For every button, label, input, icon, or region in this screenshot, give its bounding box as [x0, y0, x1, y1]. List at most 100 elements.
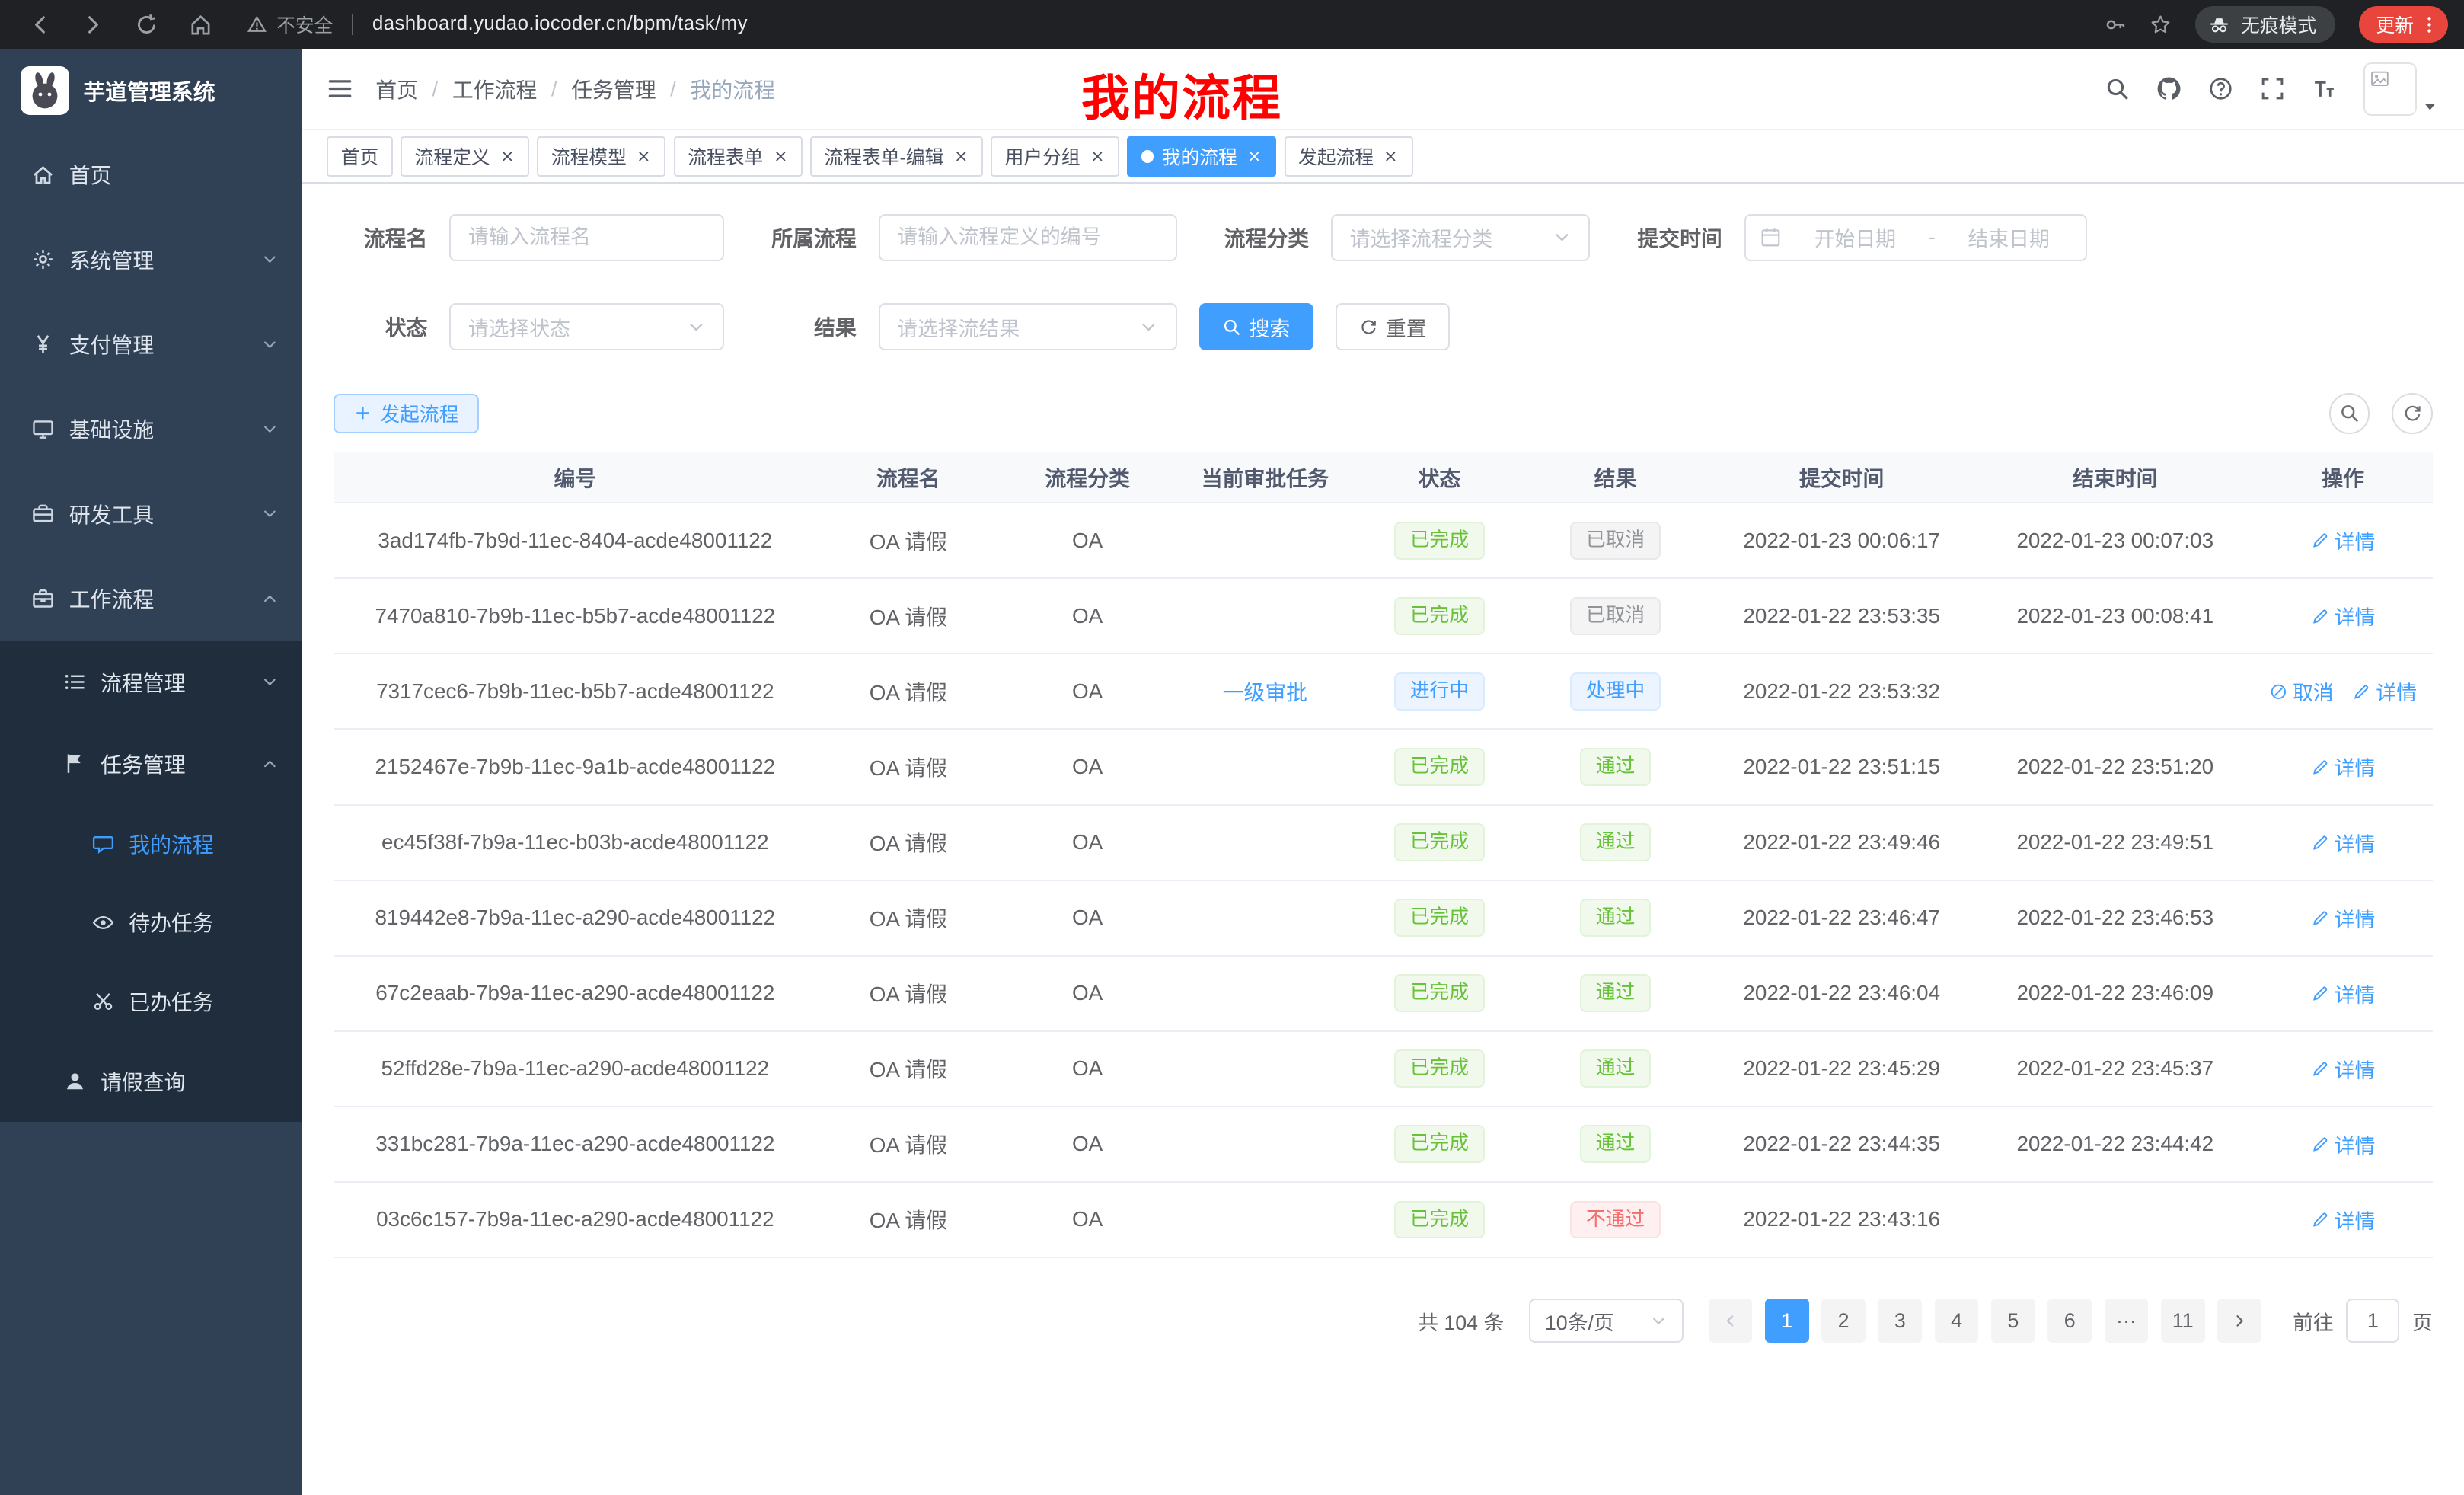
page-header: 首页/工作流程/任务管理/我的流程 — [302, 49, 2464, 130]
sidebar-item-payment-management[interactable]: 支付管理 — [0, 302, 302, 386]
more-pages-button[interactable]: ··· — [2105, 1299, 2149, 1343]
help-icon[interactable] — [2208, 76, 2233, 101]
tab-item[interactable]: 首页 — [327, 136, 393, 177]
sidebar-item-my-process[interactable]: 我的流程 — [0, 805, 302, 883]
result-badge: 通过 — [1580, 974, 1651, 1012]
page-button[interactable]: 2 — [1821, 1299, 1866, 1343]
bookmark-icon[interactable] — [2150, 14, 2172, 36]
detail-link[interactable]: 详情 — [2311, 828, 2376, 858]
cell-end-time: 2022-01-22 23:51:20 — [1977, 729, 2253, 804]
category-select[interactable]: 请选择流程分类 — [1331, 214, 1591, 261]
breadcrumb-item[interactable]: 工作流程 — [452, 74, 537, 104]
cancel-link[interactable]: 取消 — [2269, 676, 2334, 706]
user-menu[interactable] — [2363, 62, 2439, 116]
detail-link[interactable]: 详情 — [2311, 903, 2376, 933]
fullscreen-icon[interactable] — [2260, 76, 2285, 101]
detail-link[interactable]: 详情 — [2311, 1054, 2376, 1084]
browser-home-button[interactable] — [189, 13, 212, 37]
close-icon[interactable] — [1090, 149, 1106, 165]
app-logo[interactable]: 芋道管理系统 — [0, 49, 302, 132]
breadcrumb-item[interactable]: 首页 — [375, 74, 418, 104]
sidebar-item-leave-query[interactable]: 请假查询 — [0, 1040, 302, 1122]
collapse-sidebar-button[interactable] — [327, 75, 353, 102]
detail-link[interactable]: 详情 — [2311, 1205, 2376, 1235]
sidebar-item-label: 研发工具 — [69, 499, 154, 529]
header-search-icon[interactable] — [2105, 76, 2130, 101]
status-badge: 已完成 — [1394, 899, 1484, 937]
goto-page-input[interactable] — [2346, 1299, 2399, 1343]
breadcrumb-item[interactable]: 任务管理 — [571, 74, 656, 104]
result-select[interactable]: 请选择流结果 — [879, 303, 1177, 350]
browser-menu-icon[interactable] — [2418, 14, 2440, 36]
close-icon[interactable] — [773, 149, 789, 165]
tab-item[interactable]: 流程定义 — [401, 136, 529, 177]
refresh-table-button[interactable] — [2392, 393, 2433, 434]
table-row: 819442e8-7b9a-11ec-a290-acde48001122OA 请… — [334, 880, 2433, 956]
process-definition-input[interactable] — [879, 214, 1177, 261]
status-select[interactable]: 请选择状态 — [449, 303, 724, 350]
detail-link[interactable]: 详情 — [2311, 752, 2376, 781]
tab-item[interactable]: 流程表单-编辑 — [810, 136, 983, 177]
sidebar-item-done-task[interactable]: 已办任务 — [0, 962, 302, 1040]
detail-link[interactable]: 详情 — [2311, 979, 2376, 1008]
sidebar-item-todo-task[interactable]: 待办任务 — [0, 883, 302, 962]
close-icon[interactable] — [636, 149, 652, 165]
toggle-search-button[interactable] — [2329, 393, 2370, 434]
sidebar-item-dev-tools[interactable]: 研发工具 — [0, 471, 302, 556]
sidebar-item-system-management[interactable]: 系统管理 — [0, 217, 302, 302]
github-icon[interactable] — [2156, 76, 2182, 101]
sidebar-item-infrastructure[interactable]: 基础设施 — [0, 387, 302, 471]
page-button[interactable]: 3 — [1878, 1299, 1922, 1343]
next-page-button[interactable] — [2217, 1299, 2261, 1343]
cell-result: 已取消 — [1524, 503, 1706, 578]
browser-forward-button[interactable] — [81, 13, 105, 37]
tab-item[interactable]: 流程表单 — [674, 136, 803, 177]
sidebar-item-process-management[interactable]: 流程管理 — [0, 641, 302, 723]
create-process-button[interactable]: 发起流程 — [334, 394, 480, 433]
browser-update-button[interactable]: 更新 — [2359, 6, 2449, 43]
sidebar-item-task-management[interactable]: 任务管理 — [0, 723, 302, 804]
tab-item[interactable]: 流程模型 — [537, 136, 665, 177]
approval-task-link[interactable]: 一级审批 — [1223, 681, 1307, 704]
submit-time-range-picker[interactable]: 开始日期 - 结束日期 — [1744, 214, 2087, 261]
address-bar[interactable]: dashboard.yudao.iocoder.cn/bpm/task/my — [372, 13, 748, 35]
security-indicator[interactable]: 不安全 — [247, 11, 333, 38]
close-icon[interactable] — [500, 149, 515, 165]
tab-item[interactable]: 我的流程 — [1127, 136, 1276, 177]
browser-back-button[interactable] — [28, 13, 52, 37]
page-button[interactable]: 6 — [2047, 1299, 2092, 1343]
prev-page-button[interactable] — [1709, 1299, 1753, 1343]
close-icon[interactable] — [1246, 149, 1262, 165]
detail-link[interactable]: 详情 — [2352, 676, 2417, 706]
password-manager-icon[interactable] — [2105, 14, 2127, 36]
edit-icon — [2311, 1135, 2330, 1154]
cell-submit-time: 2022-01-23 00:06:17 — [1706, 503, 1977, 578]
page-button[interactable]: 1 — [1765, 1299, 1809, 1343]
page-size-select[interactable]: 10条/页 — [1529, 1299, 1683, 1343]
close-icon[interactable] — [1383, 149, 1399, 165]
cell-end-time: 2022-01-23 00:08:41 — [1977, 578, 2253, 653]
tab-item[interactable]: 发起流程 — [1285, 136, 1413, 177]
cell-current-task — [1176, 729, 1355, 804]
sidebar-item-home[interactable]: 首页 — [0, 132, 302, 216]
close-icon[interactable] — [953, 149, 969, 165]
page-button[interactable]: 4 — [1935, 1299, 1979, 1343]
detail-link[interactable]: 详情 — [2311, 1129, 2376, 1159]
sidebar-item-workflow[interactable]: 工作流程 — [0, 557, 302, 641]
cell-actions: 详情 — [2253, 1107, 2432, 1182]
page-button[interactable]: 5 — [1991, 1299, 2035, 1343]
page-size-value: 10条/页 — [1545, 1306, 1614, 1336]
column-header: 结束时间 — [1977, 452, 2253, 503]
detail-link[interactable]: 详情 — [2311, 601, 2376, 631]
cell-submit-time: 2022-01-22 23:45:29 — [1706, 1031, 1977, 1107]
detail-link[interactable]: 详情 — [2311, 525, 2376, 555]
process-name-input[interactable] — [449, 214, 724, 261]
edit-icon — [2311, 531, 2330, 550]
search-button[interactable]: 搜索 — [1199, 303, 1313, 350]
page-button[interactable]: 11 — [2161, 1299, 2205, 1343]
font-size-icon[interactable] — [2312, 76, 2337, 101]
reset-button[interactable]: 重置 — [1336, 303, 1450, 350]
tab-item[interactable]: 用户分组 — [991, 136, 1119, 177]
action-label: 详情 — [2335, 601, 2376, 631]
browser-reload-button[interactable] — [135, 13, 158, 37]
